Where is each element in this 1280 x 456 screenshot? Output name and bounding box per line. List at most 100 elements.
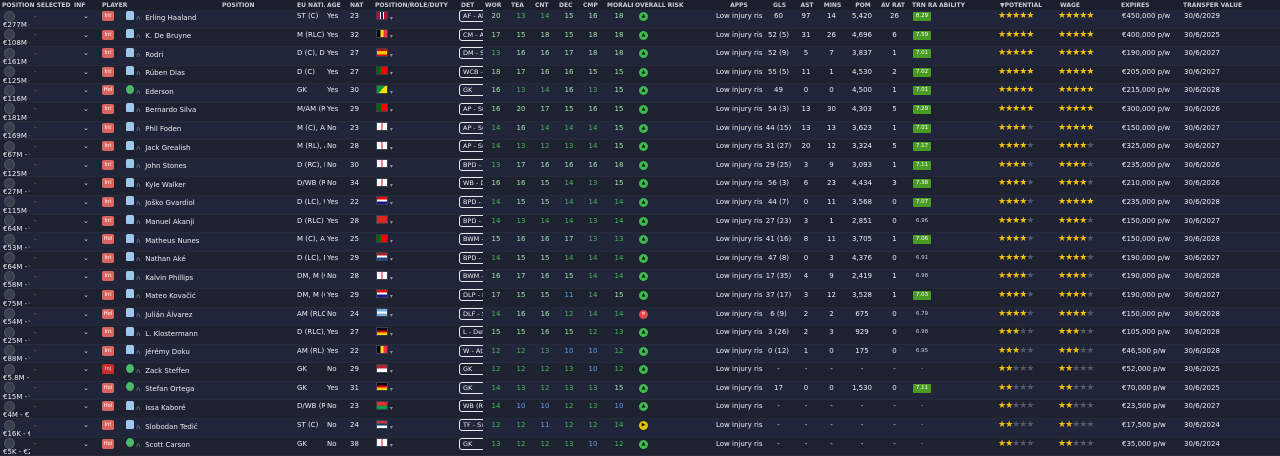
role-select[interactable]: AF - Attack⌄ <box>459 10 483 22</box>
chevron-down-icon[interactable]: ⌄ <box>72 49 100 57</box>
chevron-down-icon[interactable]: ⌄ <box>72 402 100 410</box>
player-name-cell[interactable]: ∩ Matheus Nunes <box>120 233 220 245</box>
morale-icon[interactable]: ▲ <box>639 383 648 393</box>
position-selected-empty[interactable]: - <box>30 346 72 355</box>
position-selected-empty[interactable]: - <box>30 216 72 225</box>
morale-icon[interactable]: ▲ <box>639 272 648 282</box>
nationality-dropdown-icon[interactable]: ▾ <box>388 331 393 338</box>
player-name-cell[interactable]: ∩ Kyle Walker <box>120 177 220 189</box>
morale-icon[interactable]: ▲ <box>639 346 648 356</box>
player-name-cell[interactable]: ∩ Ederson <box>120 84 220 96</box>
player-name-cell[interactable]: ∩ K. De Bruyne <box>120 29 220 40</box>
col-age[interactable]: AGE <box>325 2 348 9</box>
player-name-cell[interactable]: ∩ Phil Foden <box>120 122 220 133</box>
table-row[interactable]: -⌄Hol ∩ Stefan Ortega GK Yes 31 ▾ GK⌄ 14 13 12 1… <box>0 381 1280 401</box>
col-potential[interactable]: ▼POTENTIAL <box>998 2 1058 9</box>
table-row[interactable]: -⌄Int ∩ Bernardo Silva M/AM (RC)Yes 29 ▾ AP… <box>0 102 1280 122</box>
morale-icon[interactable]: ▲ <box>639 142 648 152</box>
chevron-down-icon[interactable]: ⌄ <box>72 198 100 206</box>
nationality-dropdown-icon[interactable]: ▾ <box>388 368 393 375</box>
table-row[interactable]: -⌄Hol ∩ Matheus Nunes M (C), AM (RLC)Yes 2… <box>0 233 1280 252</box>
col-transfer-value[interactable]: TRANSFER VALUE <box>1181 2 1244 9</box>
table-row[interactable]: -⌄Int ∩ L. Klostermann D (RLC), WB (R)Yes… <box>0 326 1280 345</box>
position-selected-empty[interactable]: - <box>30 123 72 132</box>
position-selected-empty[interactable]: - <box>30 142 72 151</box>
chevron-down-icon[interactable]: ⌄ <box>72 310 100 318</box>
nationality-dropdown-icon[interactable]: ▾ <box>388 200 393 207</box>
player-name[interactable]: Kyle Walker <box>145 181 185 189</box>
player-name[interactable]: Ederson <box>145 88 173 96</box>
position-selected-empty[interactable]: - <box>30 86 72 95</box>
player-name-cell[interactable]: ∩ Jérémy Doku <box>120 345 220 356</box>
table-row[interactable]: -⌄Int ∩ Phil Foden M (C), AM (RLC)No 23 ▾ A… <box>0 121 1280 140</box>
col-pom[interactable]: POM <box>845 2 879 9</box>
player-name[interactable]: Rúben Dias <box>145 69 185 77</box>
player-name[interactable]: Scott Carson <box>145 441 190 449</box>
player-name-cell[interactable]: ∩ Rodri <box>120 47 220 59</box>
role-select[interactable]: GK⌄ <box>459 363 483 376</box>
player-name-cell[interactable]: ∩ Zack Steffen <box>120 363 220 375</box>
nationality-dropdown-icon[interactable]: ▾ <box>388 238 393 245</box>
player-name[interactable]: Matheus Nunes <box>145 237 199 245</box>
chevron-down-icon[interactable]: ⌄ <box>72 179 100 187</box>
position-selected-empty[interactable]: - <box>30 365 72 374</box>
nationality-dropdown-icon[interactable]: ▾ <box>388 126 393 133</box>
nationality-dropdown-icon[interactable]: ▾ <box>388 145 393 152</box>
col-cmp[interactable]: CMP <box>581 2 605 9</box>
nationality-dropdown-icon[interactable]: ▾ <box>388 293 393 300</box>
position-selected-empty[interactable]: - <box>30 272 72 281</box>
nationality-dropdown-icon[interactable]: ▾ <box>388 424 393 431</box>
table-row[interactable]: -⌄Int ∩ Kyle Walker D/WB (R)No 34 ▾ WB - De… <box>0 177 1280 196</box>
player-name[interactable]: Joško Gvardiol <box>145 199 195 207</box>
player-name-cell[interactable]: ∩ Mateo Kovačić <box>120 289 220 300</box>
col-wage[interactable]: WAGE <box>1058 2 1119 9</box>
player-name-cell[interactable]: ∩ Nathan Aké <box>120 252 220 263</box>
morale-icon[interactable]: ▲ <box>639 123 648 133</box>
table-row[interactable]: -⌄Int ∩ Nathan Aké D (LC), DMYes 29 ▾ BPD -… <box>0 251 1280 271</box>
chevron-down-icon[interactable]: ⌄ <box>72 421 100 429</box>
table-row[interactable]: -⌄Int ∩ Rúben Dias D (C) Yes 27 ▾ WCB - Def.… <box>0 65 1280 85</box>
position-selected-empty[interactable]: - <box>30 12 72 21</box>
player-name[interactable]: Issa Kaboré <box>145 404 185 412</box>
player-name-cell[interactable]: ∩ Joško Gvardiol <box>120 196 220 207</box>
position-selected-empty[interactable]: - <box>30 402 72 411</box>
position-selected-empty[interactable]: - <box>30 328 72 337</box>
col-position-selected[interactable]: POSITION SELECTED <box>0 2 72 9</box>
chevron-down-icon[interactable]: ⌄ <box>72 68 100 76</box>
table-row[interactable]: - ⌄ Int ∩ Erling Haaland ST (C) Yes 23 ▾ AF - … <box>0 10 1280 29</box>
col-gls[interactable]: GLS <box>763 2 794 9</box>
morale-icon[interactable]: ▶ <box>639 421 648 431</box>
nationality-dropdown-icon[interactable]: ▾ <box>388 182 393 189</box>
player-name-cell[interactable]: ∩ Jack Grealish <box>120 140 220 152</box>
nationality-dropdown-icon[interactable]: ▾ <box>388 349 393 356</box>
player-name-cell[interactable]: ∩ Bernardo Silva <box>120 103 220 114</box>
role-select[interactable]: DLP - Def...⌄ <box>459 288 483 301</box>
position-selected-empty[interactable]: - <box>30 383 72 392</box>
morale-icon[interactable]: ▲ <box>639 104 648 114</box>
table-row[interactable]: -⌄Hol ∩ Julián Álvarez AM (RLC), ST (C)No… <box>0 307 1280 326</box>
morale-icon[interactable]: ▲ <box>639 12 648 21</box>
morale-icon[interactable]: ✕ <box>639 309 648 319</box>
role-select[interactable]: BWM - De...⌄ <box>459 270 483 283</box>
morale-icon[interactable]: ▲ <box>639 86 648 96</box>
table-row[interactable]: -⌄Int ∩ Mateo Kovačić DM, M (C)Yes 29 ▾ DLP… <box>0 288 1280 308</box>
col-det[interactable]: DET <box>459 2 483 9</box>
chevron-down-icon[interactable]: ⌄ <box>72 142 100 150</box>
nationality-dropdown-icon[interactable]: ▾ <box>388 163 393 170</box>
col-dec[interactable]: DEC <box>557 2 581 9</box>
role-select[interactable]: CM - Attack⌄ <box>459 28 483 41</box>
player-name-cell[interactable]: ∩ John Stones <box>120 159 220 170</box>
player-name[interactable]: Erling Haaland <box>145 14 196 22</box>
col-apps[interactable]: APPS <box>713 2 763 9</box>
position-selected-empty[interactable]: - <box>30 104 72 113</box>
chevron-down-icon[interactable]: ⌄ <box>72 31 100 39</box>
chevron-down-icon[interactable]: ⌄ <box>72 86 100 94</box>
nationality-dropdown-icon[interactable]: ▾ <box>388 89 393 96</box>
morale-icon[interactable]: ▲ <box>639 235 648 245</box>
nationality-dropdown-icon[interactable]: ▾ <box>388 386 393 393</box>
role-select[interactable]: W - Attack⌄ <box>459 344 483 357</box>
morale-icon[interactable]: ▲ <box>639 439 648 449</box>
player-name-cell[interactable]: ∩ Erling Haaland <box>120 10 220 22</box>
player-name[interactable]: Bernardo Silva <box>145 106 196 114</box>
table-row[interactable]: -⌄Int ∩ Rodri D (C), DM, M (C)Yes 27 ▾ DM -… <box>0 47 1280 66</box>
